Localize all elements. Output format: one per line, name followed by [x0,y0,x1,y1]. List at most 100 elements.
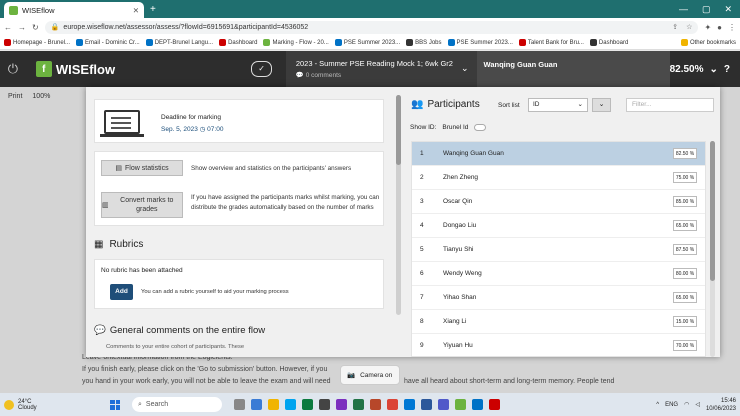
flow-statistics-description: Show overview and statistics on the part… [191,165,352,172]
left-scrollbar[interactable] [396,95,401,315]
flow-selector[interactable]: 2023 - Summer PSE Reading Mock 1; 6wk Gr… [285,51,477,87]
word-icon[interactable] [421,399,432,410]
app-icon[interactable] [251,399,262,410]
convert-icon: ▥ [102,201,109,209]
background-text-right: have all heard about short-term and long… [404,378,615,385]
participant-row[interactable]: 3 Oscar Qin 85.00 % [412,190,705,214]
general-comments-heading: 💬 General comments on the entire flow [94,325,266,336]
app-icon[interactable] [472,399,483,410]
app-header: ⏻ f WISEflow ✓ 2023 - Summer PSE Reading … [0,51,740,87]
folder-icon[interactable] [268,399,279,410]
close-window-icon[interactable]: ✕ [724,4,732,15]
chevron-down-icon[interactable]: ⌄ [710,64,718,75]
bookmark[interactable]: Marking - Flow - 20... [263,39,329,46]
chrome-icon[interactable] [387,399,398,410]
no-rubric-text: No rubric has been attached [101,267,183,274]
convert-marks-button[interactable]: ▥ Convert marks to grades [101,192,183,218]
maximize-icon[interactable]: ▢ [702,4,711,15]
app-icon[interactable] [336,399,347,410]
general-comments-description: Comments to your entire cohort of partic… [106,344,245,350]
star-icon[interactable]: ☆ [686,23,692,31]
zoom-level[interactable]: 100% [32,93,50,100]
flow-overview-panel: Deadline for marking Sep. 5, 2023 ◷ 07:0… [86,87,720,357]
participant-row[interactable]: 8 Xiang Li 15.00 % [412,310,705,334]
bookmark[interactable]: BBS Jobs [406,39,442,46]
clock-icon: ◷ [199,126,206,133]
print-button[interactable]: Print [8,93,22,100]
participant-row[interactable]: 6 Wendy Weng 80.00 % [412,262,705,286]
close-tab-icon[interactable]: ✕ [133,6,139,15]
app-icon[interactable] [319,399,330,410]
sort-select[interactable]: ID ⌄ [528,98,588,112]
participant-row[interactable]: 4 Dongao Liu 65.00 % [412,214,705,238]
participant-row[interactable]: 9 Yiyuan Hu 70.00 % [412,334,705,356]
browser-tab[interactable]: WISEflow ✕ [4,2,144,18]
bookmark[interactable]: Dashboard [219,39,257,46]
comment-icon: 💬 [94,325,106,336]
participant-row[interactable]: 1 Wanqing Guan Guan 82.50 % [412,142,705,166]
task-view-icon[interactable] [234,399,245,410]
share-icon[interactable]: ⇪ [672,23,678,31]
reload-icon[interactable]: ↻ [32,23,39,32]
language-indicator[interactable]: ENG [665,402,678,408]
app-icon[interactable] [489,399,500,410]
show-id-row: Show ID: Brunel Id [410,124,487,131]
current-participant[interactable]: Wanqing Guan Guan [476,51,670,87]
app-icon[interactable] [455,399,466,410]
bookmark[interactable]: PSE Summer 2023... [447,39,513,46]
bookmark[interactable]: Email - Dominic Cr... [76,39,140,46]
clock[interactable]: 15:46 10/06/2023 [706,397,736,413]
sort-direction-button[interactable]: ⌄ [592,98,611,112]
powerpoint-icon[interactable] [370,399,381,410]
new-tab-button[interactable]: + [150,4,156,15]
minimize-icon[interactable]: — [679,4,688,15]
menu-icon[interactable]: ⋮ [728,23,736,32]
comments-count: 💬 0 comments [295,72,342,79]
participants-scrollbar[interactable] [710,141,715,357]
back-icon[interactable]: ← [4,23,12,32]
participant-row[interactable]: 5 Tianyu Shi 87.50 % [412,238,705,262]
deadline-date: Sep. 5, 2023 ◷ 07:00 [161,126,224,133]
extensions-icon[interactable]: ✦ [704,23,711,32]
weather-icon [4,399,14,410]
filter-input[interactable]: Filter... [626,98,714,112]
bookmark[interactable]: Talent Bank for Bru... [518,39,584,46]
sort-label: Sort list [498,102,520,109]
system-tray: ^ ENG ◠ ◁ 15:46 10/06/2023 [656,397,736,413]
users-icon: 👥 [411,99,424,110]
edge-icon[interactable] [285,399,296,410]
weather-widget[interactable]: 24°C Cloudy [4,399,104,411]
add-rubric-button[interactable]: Add [110,284,133,300]
chevron-up-icon[interactable]: ^ [656,402,659,408]
app-icon[interactable] [302,399,313,410]
taskbar-search[interactable]: ⌕ Search [132,397,222,412]
wiseflow-favicon [9,5,18,15]
teams-icon[interactable] [438,399,449,410]
excel-icon[interactable] [353,399,364,410]
flow-statistics-button[interactable]: ▤ Flow statistics [101,160,183,176]
address-bar-row: ← → ↻ 🔒 europe.wiseflow.net/assessor/assess… [0,18,740,36]
search-icon: ⌕ [138,400,142,408]
forward-icon[interactable]: → [18,23,26,32]
participant-row[interactable]: 7 Yihao Shan 65.00 % [412,286,705,310]
outlook-icon[interactable] [404,399,415,410]
bookmark[interactable]: Homepage - Brunel... [4,39,70,46]
volume-icon[interactable]: ◁ [695,401,700,408]
bookmarks-bar: Homepage - Brunel... Email - Dominic Cr.… [0,36,740,50]
profile-icon[interactable]: ● [717,23,722,32]
participant-row[interactable]: 2 Zhen Zheng 75.00 % [412,166,705,190]
url-field[interactable]: 🔒 europe.wiseflow.net/assessor/assess/?fl… [44,20,699,34]
bookmark[interactable]: DEPT-Brunel Langu... [145,39,213,46]
participants-panel: 👥 Participants Sort list ID ⌄ ⌄ Filter... … [408,91,720,357]
show-id-toggle[interactable] [474,124,487,131]
bookmark[interactable]: PSE Summer 2023... [334,39,400,46]
chat-icon[interactable]: ✓ [251,61,272,77]
other-bookmarks[interactable]: Other bookmarks [680,39,736,46]
bookmark[interactable]: Dashboard [589,39,628,46]
power-icon[interactable]: ⏻ [0,61,26,77]
start-icon[interactable] [110,399,120,410]
flow-title: 2023 - Summer PSE Reading Mock 1; 6wk Gr… [295,59,453,68]
camera-toggle[interactable]: 📷 Camera on [340,365,400,385]
help-icon[interactable]: ? [724,64,730,75]
wifi-icon[interactable]: ◠ [684,401,689,408]
